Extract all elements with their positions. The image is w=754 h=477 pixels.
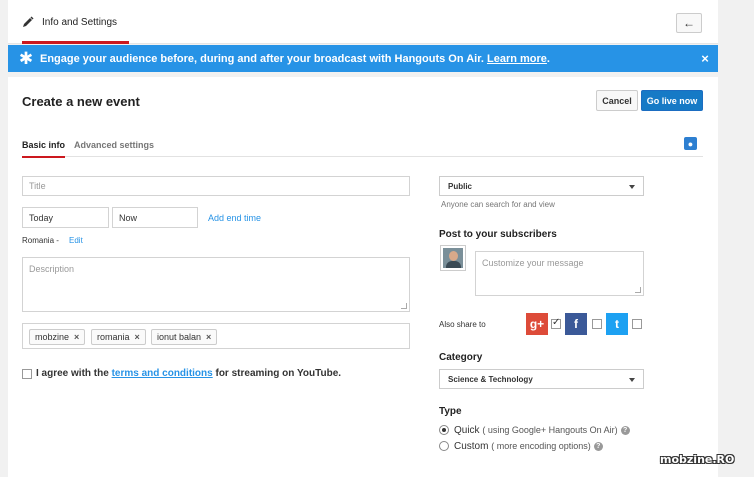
post-subscribers-title: Post to your subscribers xyxy=(439,229,557,240)
arrow-left-icon: ← xyxy=(683,16,695,30)
tags-field[interactable]: mobzine × romania × ionut balan × xyxy=(22,323,410,349)
tag-chip: mobzine × xyxy=(29,329,86,345)
agree-text: I agree with the terms and conditions fo… xyxy=(36,368,341,379)
active-tab-indicator xyxy=(22,41,130,44)
share-label: Also share to xyxy=(439,320,486,329)
chevron-down-icon xyxy=(629,185,635,189)
resize-handle[interactable] xyxy=(635,287,641,293)
asterisk-icon: ✱ xyxy=(18,48,34,68)
type-custom-label: Custom xyxy=(454,441,489,452)
tag-chip: romania × xyxy=(91,329,146,345)
chevron-down-icon xyxy=(629,378,635,382)
info-banner: ✱ Engage your audience before, during an… xyxy=(8,45,718,72)
help-icon[interactable]: ? xyxy=(620,426,630,435)
privacy-hint: Anyone can search for and view xyxy=(441,200,555,209)
remove-tag-icon[interactable]: × xyxy=(74,332,79,342)
banner-period: . xyxy=(546,52,550,65)
banner-message: Engage your audience before, during and … xyxy=(40,53,692,65)
type-custom-radio[interactable] xyxy=(439,441,449,451)
subscriber-message-input[interactable]: Customize your message xyxy=(475,251,644,296)
learn-more-link[interactable]: Learn more xyxy=(487,53,547,65)
facebook-icon[interactable]: f xyxy=(565,313,587,335)
cancel-button[interactable]: Cancel xyxy=(596,90,638,111)
timezone-label: Romania - xyxy=(22,236,59,245)
type-quick-note: ( using Google+ Hangouts On Air) xyxy=(482,425,618,435)
facebook-checkbox[interactable] xyxy=(592,319,602,329)
tag-label: ionut balan xyxy=(157,332,202,342)
google-plus-checkbox[interactable]: ✓ xyxy=(551,317,561,329)
title-input[interactable]: Title xyxy=(22,176,410,196)
tag-chip: ionut balan × xyxy=(151,329,218,345)
timezone-edit-link[interactable]: Edit xyxy=(69,236,83,245)
top-bar: Info and Settings ← xyxy=(8,0,718,44)
tab-label: Info and Settings xyxy=(42,16,118,28)
tab-info-and-settings[interactable]: Info and Settings xyxy=(22,0,130,44)
description-textarea[interactable]: Description xyxy=(22,257,410,312)
privacy-select[interactable]: Public xyxy=(439,176,644,196)
twitter-icon[interactable]: t xyxy=(606,313,628,335)
pencil-icon xyxy=(23,16,34,27)
help-icon[interactable]: ? xyxy=(593,442,603,451)
tag-label: mobzine xyxy=(35,332,70,342)
page-title: Create a new event xyxy=(22,94,140,109)
agree-checkbox[interactable] xyxy=(22,369,32,379)
page: Info and Settings ← ✱ Engage your audien… xyxy=(0,0,754,477)
terms-link[interactable]: terms and conditions xyxy=(112,368,213,379)
resize-handle[interactable] xyxy=(401,303,407,309)
type-quick-radio[interactable] xyxy=(439,425,449,435)
category-select[interactable]: Science & Technology xyxy=(439,369,644,389)
remove-tag-icon[interactable]: × xyxy=(206,332,211,342)
tab-advanced-settings[interactable]: Advanced settings xyxy=(74,140,154,150)
close-icon[interactable]: × xyxy=(692,51,718,66)
type-custom-option: Custom ( more encoding options)? xyxy=(454,441,603,452)
banner-text: Engage your audience before, during and … xyxy=(40,52,484,65)
tab-basic-info[interactable]: Basic info xyxy=(22,140,66,158)
go-live-button[interactable]: Go live now xyxy=(641,90,703,111)
avatar xyxy=(440,245,466,271)
type-title: Type xyxy=(439,406,462,417)
globe-icon[interactable]: ● xyxy=(684,137,697,150)
add-end-time-link[interactable]: Add end time xyxy=(208,213,261,223)
type-custom-note: ( more encoding options) xyxy=(491,441,591,451)
tag-label: romania xyxy=(97,332,130,342)
agree-suffix: for streaming on YouTube. xyxy=(215,368,342,379)
type-quick-label: Quick xyxy=(454,425,480,436)
agree-prefix: I agree with the xyxy=(36,368,109,379)
google-plus-icon[interactable]: g+ xyxy=(526,313,548,335)
time-input[interactable]: Now xyxy=(112,207,198,228)
twitter-checkbox[interactable] xyxy=(632,319,642,329)
remove-tag-icon[interactable]: × xyxy=(135,332,140,342)
privacy-value: Public xyxy=(448,181,473,191)
category-value: Science & Technology xyxy=(448,374,533,384)
message-placeholder: Customize your message xyxy=(482,258,584,268)
date-input[interactable]: Today xyxy=(22,207,109,228)
event-tabs: Basic info Advanced settings ● xyxy=(22,133,703,158)
type-quick-option: Quick ( using Google+ Hangouts On Air)? xyxy=(454,425,630,436)
event-form-card: Create a new event Cancel Go live now Ba… xyxy=(8,77,718,477)
description-placeholder: Description xyxy=(29,264,75,274)
back-button[interactable]: ← xyxy=(676,13,702,33)
category-title: Category xyxy=(439,352,483,363)
watermark: mobzine.RO xyxy=(660,453,735,466)
